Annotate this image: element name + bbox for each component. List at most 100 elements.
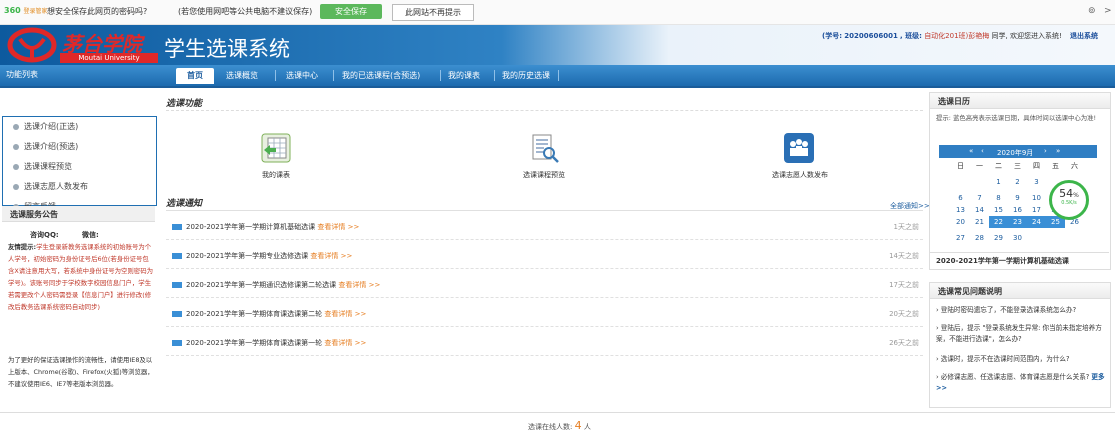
menu-item-volunteers[interactable]: 选课志愿人数发布 bbox=[3, 177, 156, 197]
prev-month-button[interactable]: ‹ bbox=[981, 147, 984, 155]
function-menu: 选课介绍(正选) 选课介绍(预选) 选课课程预览 选课志愿人数发布 留言反馈 bbox=[2, 116, 157, 211]
weekday-label: 四 bbox=[1033, 162, 1040, 170]
notices-title: 选课通知 bbox=[166, 199, 203, 209]
calendar-day[interactable]: 27 bbox=[951, 232, 970, 244]
calendar-day[interactable]: 20 bbox=[951, 216, 970, 228]
divider bbox=[166, 110, 923, 112]
calendar-day[interactable]: 15 bbox=[989, 204, 1008, 216]
calendar-day[interactable]: 3 bbox=[1027, 176, 1046, 188]
calendar-day[interactable]: 30 bbox=[1008, 232, 1027, 244]
calendar-day[interactable]: 6 bbox=[951, 192, 970, 204]
notice-row[interactable]: 2020-2021学年第一学期计算机基础选课 查看详情 >> 1天之前 bbox=[166, 215, 923, 240]
notice-tag-icon bbox=[172, 253, 182, 259]
calendar-month-label: 2020年9月 bbox=[997, 149, 1034, 157]
online-count: 选课在线人数: 4 人 bbox=[528, 419, 591, 432]
calendar-header: 选课日历 bbox=[930, 93, 1110, 109]
view-detail-link[interactable]: 查看详情 >> bbox=[324, 339, 366, 347]
faq-item[interactable]: › 登陆后，提示 "登录系统发生异常: 你当前未指定培养方案，不能进行选课"，怎… bbox=[936, 323, 1106, 345]
faq-item[interactable]: › 选课时，提示不在选课时间范围内，为什么? bbox=[936, 354, 1106, 365]
divider bbox=[929, 252, 1109, 254]
calendar-tip: 提示: 蓝色高亮表示选课日期，具体时间以选课中心为准! bbox=[936, 114, 1097, 122]
view-detail-link[interactable]: 查看详情 >> bbox=[310, 252, 352, 260]
calendar-day[interactable]: 9 bbox=[1008, 192, 1027, 204]
next-month-button[interactable]: › bbox=[1044, 147, 1047, 155]
calendar-day[interactable]: 29 bbox=[989, 232, 1008, 244]
university-emblem-icon bbox=[7, 27, 57, 63]
public-computer-note: (若您使用网吧等公共电脑不建议保存) bbox=[178, 7, 313, 16]
calendar-day[interactable]: 22 bbox=[989, 216, 1008, 228]
tab-home[interactable]: 首页 bbox=[176, 68, 214, 84]
tab-center[interactable]: 选课中心 bbox=[286, 68, 318, 84]
calendar-day[interactable]: 13 bbox=[951, 204, 970, 216]
view-detail-link[interactable]: 查看详情 >> bbox=[317, 223, 359, 231]
tab-my-timetable[interactable]: 我的课表 bbox=[448, 68, 480, 84]
next-year-button[interactable]: » bbox=[1056, 147, 1060, 155]
close-icon[interactable]: > bbox=[1104, 6, 1112, 16]
save-password-prompt: 想安全保存此网页的密码吗? bbox=[47, 7, 148, 16]
calendar-day[interactable]: 24 bbox=[1027, 216, 1046, 228]
calendar-day[interactable]: 14 bbox=[970, 204, 989, 216]
menu-item-intro-formal[interactable]: 选课介绍(正选) bbox=[3, 117, 156, 137]
class-name: 自动化201班)彭艳梅 bbox=[924, 32, 990, 40]
user-info: (学号: 20200606001 , 班级: 自动化201班)彭艳梅 同学, 欢… bbox=[822, 32, 1099, 40]
calendar-day[interactable]: 28 bbox=[970, 232, 989, 244]
feature-course-preview[interactable] bbox=[528, 132, 560, 166]
faq-item[interactable]: › 登陆时密码遗忘了，不能登录选课系统怎么办? bbox=[936, 305, 1106, 316]
weekday-label: 二 bbox=[995, 162, 1002, 170]
bullet-icon bbox=[13, 123, 19, 130]
calendar-empty bbox=[951, 172, 970, 184]
calendar-month-bar: « ‹ 2020年9月 › » bbox=[939, 145, 1097, 158]
calendar-day[interactable]: 10 bbox=[1027, 192, 1046, 204]
menu-item-course-preview[interactable]: 选课课程预览 bbox=[3, 157, 156, 177]
notice-tag-icon bbox=[172, 340, 182, 346]
feature-course-preview-label: 选课课程预览 bbox=[523, 171, 565, 179]
faq-item[interactable]: › 必修课志愿、任选课志愿、体育课志愿是什么关系? 更多>> bbox=[936, 372, 1106, 394]
notice-row[interactable]: 2020-2021学年第一学期通识选修课第二轮选课 查看详情 >> 17天之前 bbox=[166, 273, 923, 298]
nav-divider bbox=[333, 70, 334, 81]
greeting: 同学, 欢迎您进入系统! bbox=[991, 32, 1062, 40]
notice-tag-icon bbox=[172, 224, 182, 230]
feature-timetable[interactable] bbox=[260, 132, 292, 166]
site-header: 茅台学院 Moutai University 学生选课系统 (学号: 20200… bbox=[0, 25, 1115, 65]
features-title: 选课功能 bbox=[166, 99, 203, 109]
feature-volunteers[interactable] bbox=[783, 132, 815, 166]
speed-gauge: 54% 0.5K/s bbox=[1049, 180, 1089, 220]
wechat-label: 微信: bbox=[82, 231, 99, 239]
tab-history[interactable]: 我的历史选课 bbox=[502, 68, 550, 84]
calendar-day[interactable]: 23 bbox=[1008, 216, 1027, 228]
bullet-icon bbox=[13, 163, 19, 170]
view-detail-link[interactable]: 查看详情 >> bbox=[324, 310, 366, 318]
calendar-day[interactable]: 2 bbox=[1008, 176, 1027, 188]
tab-overview[interactable]: 选课概览 bbox=[226, 68, 258, 84]
notice-row[interactable]: 2020-2021学年第一学期专业选修选课 查看详情 >> 14天之前 bbox=[166, 244, 923, 269]
logout-link[interactable]: 退出系统 bbox=[1070, 32, 1098, 40]
view-detail-link[interactable]: 查看详情 >> bbox=[338, 281, 380, 289]
notice-row[interactable]: 2020-2021学年第一学期体育课选课第二轮 查看详情 >> 20天之前 bbox=[166, 302, 923, 327]
tab-selected-courses[interactable]: 我的已选课程(含预选) bbox=[342, 68, 420, 84]
volunteers-icon bbox=[784, 133, 814, 163]
calendar-day[interactable]: 17 bbox=[1027, 204, 1046, 216]
calendar-day[interactable]: 1 bbox=[989, 176, 1008, 188]
prev-year-button[interactable]: « bbox=[969, 147, 973, 155]
calendar-day[interactable]: 16 bbox=[1008, 204, 1027, 216]
weekday-label: 六 bbox=[1071, 162, 1078, 170]
weekday-label: 一 bbox=[976, 162, 983, 170]
nav-divider bbox=[275, 70, 276, 81]
qq-label: 咨询QQ: bbox=[30, 231, 59, 239]
settings-icon[interactable]: ⊚ bbox=[1088, 6, 1096, 16]
calendar-day[interactable]: 21 bbox=[970, 216, 989, 228]
calendar-event[interactable]: 2020-2021学年第一学期计算机基础选课 bbox=[936, 256, 1069, 266]
calendar-day[interactable]: 7 bbox=[970, 192, 989, 204]
notice-row[interactable]: 2020-2021学年第一学期体育课选课第一轮 查看详情 >> 26天之前 bbox=[166, 331, 923, 356]
timetable-icon bbox=[261, 133, 291, 163]
menu-item-intro-pre[interactable]: 选课介绍(预选) bbox=[3, 137, 156, 157]
safe-save-button[interactable]: 安全保存 bbox=[320, 4, 382, 19]
never-prompt-button[interactable]: 此网站不再提示 bbox=[392, 4, 474, 21]
announcement-body: 友情提示:学生登录新教务选课系统的初始账号为个人学号，初始密码为身份证号后6位(… bbox=[8, 243, 153, 311]
weekday-label: 五 bbox=[1052, 162, 1059, 170]
announcement-header: 选课服务公告 bbox=[2, 206, 155, 222]
student-number: 20200606001 bbox=[844, 32, 898, 40]
nav-divider bbox=[558, 70, 559, 81]
nav-divider bbox=[440, 70, 441, 81]
calendar-day[interactable]: 8 bbox=[989, 192, 1008, 204]
